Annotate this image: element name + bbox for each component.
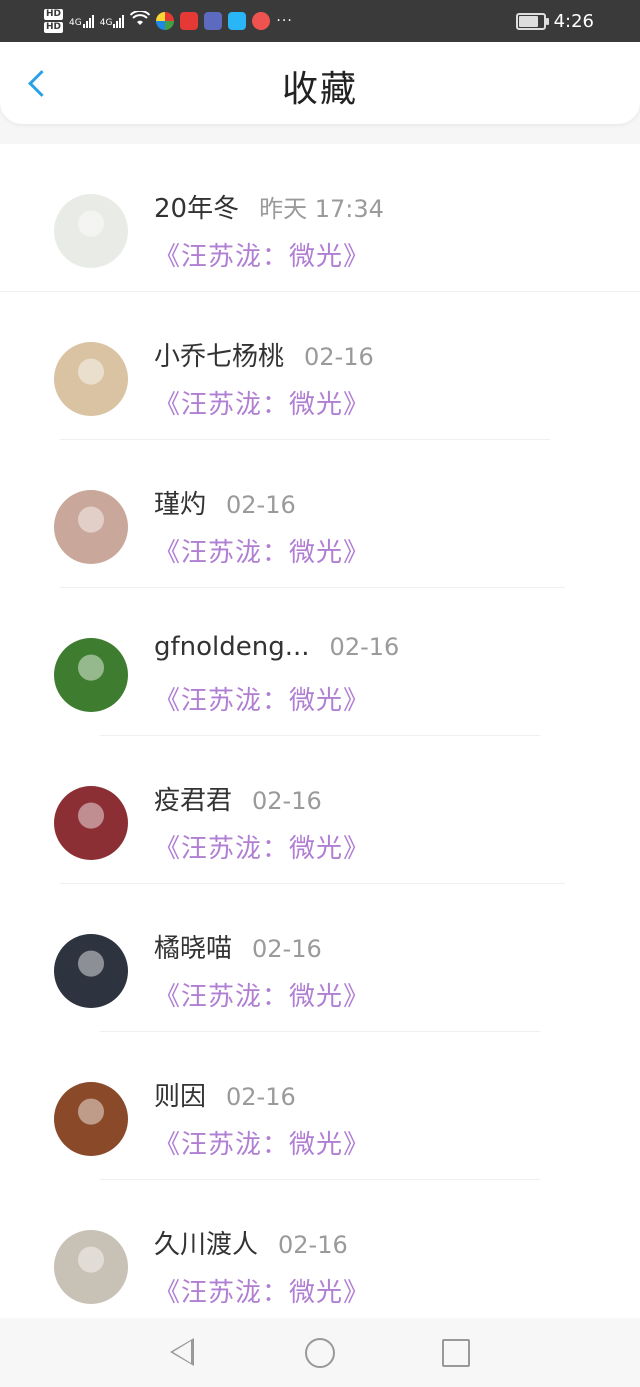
list-item[interactable]: gfnoldeng... 02-16 《汪苏泷：微光》	[0, 588, 640, 736]
list-item[interactable]: 久川渡人 02-16 《汪苏泷：微光》	[0, 1180, 640, 1328]
collected-item-title[interactable]: 《汪苏泷：微光》	[154, 532, 370, 569]
list-item[interactable]: 疫君君 02-16 《汪苏泷：微光》	[0, 736, 640, 884]
list-item[interactable]: 瑾灼 02-16 《汪苏泷：微光》	[0, 440, 640, 588]
timestamp: 02-16	[304, 343, 374, 371]
list-item[interactable]: 橘晓喵 02-16 《汪苏泷：微光》	[0, 884, 640, 1032]
avatar[interactable]	[54, 342, 128, 416]
user-name[interactable]: 疫君君	[154, 780, 232, 817]
timestamp: 昨天 17:34	[259, 195, 384, 223]
avatar[interactable]	[54, 786, 128, 860]
avatar[interactable]	[54, 490, 128, 564]
battery-icon	[515, 12, 549, 30]
collected-item-title[interactable]: 《汪苏泷：微光》	[154, 1272, 370, 1309]
favorites-list: 20年冬 昨天 17:34 《汪苏泷：微光》 小乔七杨桃 02-16 《汪苏泷：微光》 瑾灼…	[0, 144, 640, 1328]
avatar[interactable]	[54, 934, 128, 1008]
sim2-badge: HD	[44, 22, 64, 33]
music-app-icon	[204, 12, 223, 30]
avatar[interactable]	[54, 1230, 128, 1304]
clock: 4:26	[553, 10, 594, 32]
user-name[interactable]: 瑾灼	[154, 484, 206, 521]
video-app-icon	[252, 12, 271, 30]
wifi-icon	[130, 9, 151, 31]
collected-item-title[interactable]: 《汪苏泷：微光》	[154, 1124, 370, 1161]
sim1-badge: HD	[44, 9, 64, 20]
user-name[interactable]: 久川渡人	[154, 1224, 258, 1261]
collected-item-title[interactable]: 《汪苏泷：微光》	[154, 236, 370, 273]
user-name[interactable]: 小乔七杨桃	[154, 336, 284, 373]
timestamp: 02-16	[226, 1083, 296, 1111]
timestamp: 02-16	[252, 935, 322, 963]
avatar[interactable]	[54, 1082, 128, 1156]
timestamp: 02-16	[329, 633, 400, 661]
user-name[interactable]: 则因	[154, 1076, 206, 1113]
more-notifications-icon: ···	[276, 13, 293, 29]
recents-square-icon[interactable]	[442, 1339, 470, 1367]
signal-icon: 4G	[100, 14, 125, 28]
user-name[interactable]: gfnoldeng...	[154, 632, 310, 662]
collected-item-title[interactable]: 《汪苏泷：微光》	[154, 976, 370, 1013]
collected-item-title[interactable]: 《汪苏泷：微光》	[154, 384, 370, 421]
user-name[interactable]: 20年冬	[154, 188, 239, 225]
app-icon	[156, 12, 175, 30]
list-item[interactable]: 则因 02-16 《汪苏泷：微光》	[0, 1032, 640, 1180]
timestamp: 02-16	[226, 491, 296, 519]
back-triangle-icon[interactable]	[170, 1338, 194, 1366]
header: 收藏	[0, 42, 640, 124]
timestamp: 02-16	[278, 1231, 348, 1259]
navigation-bar	[0, 1318, 640, 1387]
avatar[interactable]	[54, 194, 128, 268]
page-title: 收藏	[281, 69, 358, 110]
timestamp: 02-16	[252, 787, 322, 815]
home-circle-icon[interactable]	[305, 1338, 335, 1368]
signal-icon: 4G	[69, 14, 94, 28]
app-icon	[228, 12, 247, 30]
avatar[interactable]	[54, 638, 128, 712]
user-name[interactable]: 橘晓喵	[154, 928, 232, 965]
news-app-icon	[180, 12, 199, 30]
collected-item-title[interactable]: 《汪苏泷：微光》	[154, 680, 370, 717]
list-item[interactable]: 20年冬 昨天 17:34 《汪苏泷：微光》	[0, 144, 640, 292]
collected-item-title[interactable]: 《汪苏泷：微光》	[154, 828, 370, 865]
list-item[interactable]: 小乔七杨桃 02-16 《汪苏泷：微光》	[0, 292, 640, 440]
status-bar: HD HD 4G 4G ··· 4:26	[0, 0, 640, 42]
